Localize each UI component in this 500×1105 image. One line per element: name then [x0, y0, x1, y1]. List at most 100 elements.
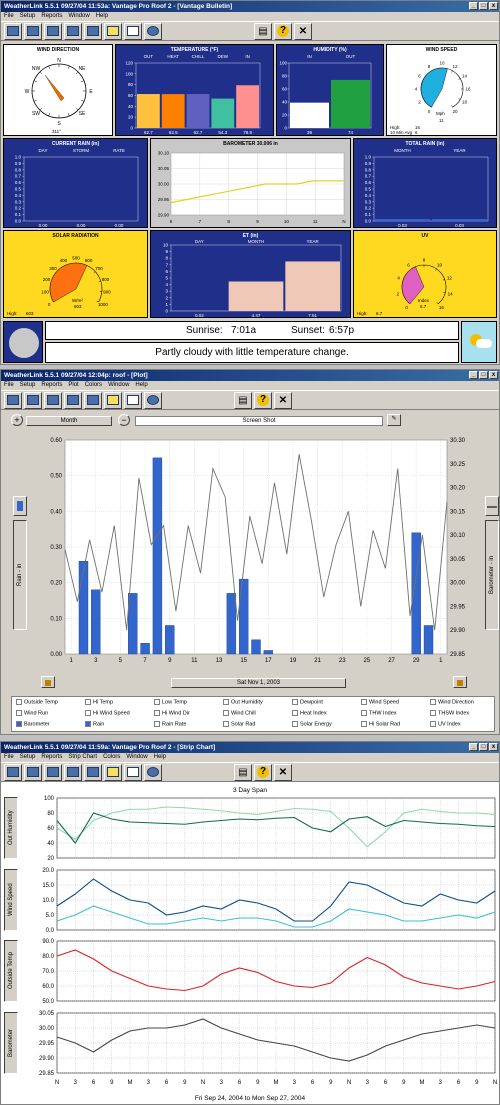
plot-print-button[interactable]: ▤ [234, 391, 252, 409]
strip-menu-reports[interactable]: Reports [41, 753, 62, 762]
strip-summary-button[interactable] [64, 763, 82, 781]
noaa-button[interactable] [144, 22, 162, 40]
checkbox-box[interactable] [223, 721, 229, 727]
plot-weather-button[interactable] [124, 391, 142, 409]
plot-minimize-button[interactable]: _ [469, 371, 478, 379]
strip-menu-file[interactable]: File [4, 753, 14, 762]
checkbox-solar-rad[interactable]: Solar Rad [223, 721, 255, 727]
checkbox-box[interactable] [16, 699, 22, 705]
period-button[interactable]: Month [26, 416, 112, 426]
plot-menu-reports[interactable]: Reports [41, 381, 62, 390]
checkbox-uv-index[interactable]: UV Index [430, 721, 461, 727]
strip-maximize-button[interactable]: □ [479, 743, 488, 751]
screen-shot-field[interactable]: Screen Shot [135, 416, 383, 426]
checkbox-wind-speed[interactable]: Wind Speed [361, 699, 399, 705]
menu-window[interactable]: Window [68, 12, 89, 21]
checkbox-box[interactable] [85, 710, 91, 716]
bulletin-button[interactable] [44, 22, 62, 40]
checkbox-thw-index[interactable]: THW Index [361, 710, 397, 716]
maximize-button[interactable]: □ [479, 2, 488, 10]
checkbox-box[interactable] [16, 721, 22, 727]
checkbox-barometer[interactable]: Barometer [16, 721, 50, 727]
menu-setup[interactable]: Setup [20, 12, 36, 21]
plot-menu-plot[interactable]: Plot [68, 381, 78, 390]
checkbox-box[interactable] [292, 721, 298, 727]
plot-close-button[interactable]: ✕ [274, 391, 292, 409]
strip-bulletin-button[interactable] [44, 763, 62, 781]
checkbox-box[interactable] [85, 699, 91, 705]
checkbox-wind-chill[interactable]: Wind Chill [223, 710, 256, 716]
date-button[interactable]: Sat Nov 1, 2003 [171, 678, 346, 688]
zoom-out-button[interactable]: − [118, 414, 130, 426]
checkbox-wind-run[interactable]: Wind Run [16, 710, 48, 716]
strip-download-button[interactable] [24, 763, 42, 781]
print-button[interactable]: ▤ [254, 22, 272, 40]
checkbox-dewpoint[interactable]: Dewpoint [292, 699, 323, 705]
strip-notes-button[interactable] [104, 763, 122, 781]
checkbox-box[interactable] [223, 699, 229, 705]
strip-menu-help[interactable]: Help [154, 753, 166, 762]
plot-button[interactable] [84, 22, 102, 40]
summary-button[interactable] [64, 22, 82, 40]
strip-menu-setup[interactable]: Setup [20, 753, 36, 762]
strip-print-button[interactable]: ▤ [234, 763, 252, 781]
plot-noaa-button[interactable] [144, 391, 162, 409]
checkbox-rain[interactable]: Rain [85, 721, 104, 727]
checkbox-box[interactable] [154, 710, 160, 716]
checkbox-box[interactable] [85, 721, 91, 727]
checkbox-hi-wind-dir[interactable]: Hi Wind Dir [154, 710, 190, 716]
plot-connect-button[interactable] [4, 391, 22, 409]
strip-plot-button[interactable] [84, 763, 102, 781]
plot-bulletin-button[interactable] [44, 391, 62, 409]
plot-help-button[interactable]: ? [254, 391, 272, 409]
checkbox-box[interactable] [361, 699, 367, 705]
checkbox-rain-rate[interactable]: Rain Rate [154, 721, 186, 727]
checkbox-hi-wind-speed[interactable]: Hi Wind Speed [85, 710, 130, 716]
plot-plot-button[interactable] [84, 391, 102, 409]
checkbox-outside-temp[interactable]: Outside Temp [16, 699, 58, 705]
plot-menu-setup[interactable]: Setup [20, 381, 36, 390]
strip-weather-button[interactable] [124, 763, 142, 781]
checkbox-hi-temp[interactable]: Hi Temp [85, 699, 113, 705]
checkbox-box[interactable] [430, 710, 436, 716]
strip-noaa-button[interactable] [144, 763, 162, 781]
weather-button[interactable] [124, 22, 142, 40]
plot-download-button[interactable] [24, 391, 42, 409]
plot-summary-button[interactable] [64, 391, 82, 409]
checkbox-low-temp[interactable]: Low Temp [154, 699, 187, 705]
plot-menu-help[interactable]: Help [135, 381, 147, 390]
bulletin-title-bar[interactable]: WeatherLink 5.5.1 09/27/04 11:53a: Vanta… [1, 1, 499, 12]
minimize-button[interactable]: _ [469, 2, 478, 10]
close-window-button[interactable]: x [489, 2, 498, 10]
checkbox-box[interactable] [430, 721, 436, 727]
help-button[interactable]: ? [274, 22, 292, 40]
strip-menu-strip-chart[interactable]: Strip Chart [68, 753, 97, 762]
checkbox-box[interactable] [154, 721, 160, 727]
plot-menu-file[interactable]: File [4, 381, 14, 390]
checkbox-solar-energy[interactable]: Solar Energy [292, 721, 332, 727]
plot-close-window-button[interactable]: x [489, 371, 498, 379]
checkbox-wind-direction[interactable]: Wind Direction [430, 699, 474, 705]
connect-button[interactable] [4, 22, 22, 40]
strip-minimize-button[interactable]: _ [469, 743, 478, 751]
close-button[interactable]: ✕ [294, 22, 312, 40]
strip-menu-colors[interactable]: Colors [103, 753, 120, 762]
checkbox-box[interactable] [223, 710, 229, 716]
strip-help-button[interactable]: ? [254, 763, 272, 781]
strip-close-window-button[interactable]: x [489, 743, 498, 751]
checkbox-box[interactable] [154, 699, 160, 705]
plot-menu-window[interactable]: Window [108, 381, 129, 390]
download-button[interactable] [24, 22, 42, 40]
menu-help[interactable]: Help [96, 12, 108, 21]
scroll-left-button[interactable] [41, 676, 55, 688]
menu-reports[interactable]: Reports [41, 12, 62, 21]
plot-menu-colors[interactable]: Colors [85, 381, 102, 390]
checkbox-box[interactable] [361, 721, 367, 727]
checkbox-heat-index[interactable]: Heat Index [292, 710, 327, 716]
notes-button[interactable] [104, 22, 122, 40]
strip-connect-button[interactable] [4, 763, 22, 781]
plot-maximize-button[interactable]: □ [479, 371, 488, 379]
plot-notes-button[interactable] [104, 391, 122, 409]
checkbox-box[interactable] [361, 710, 367, 716]
checkbox-box[interactable] [292, 699, 298, 705]
